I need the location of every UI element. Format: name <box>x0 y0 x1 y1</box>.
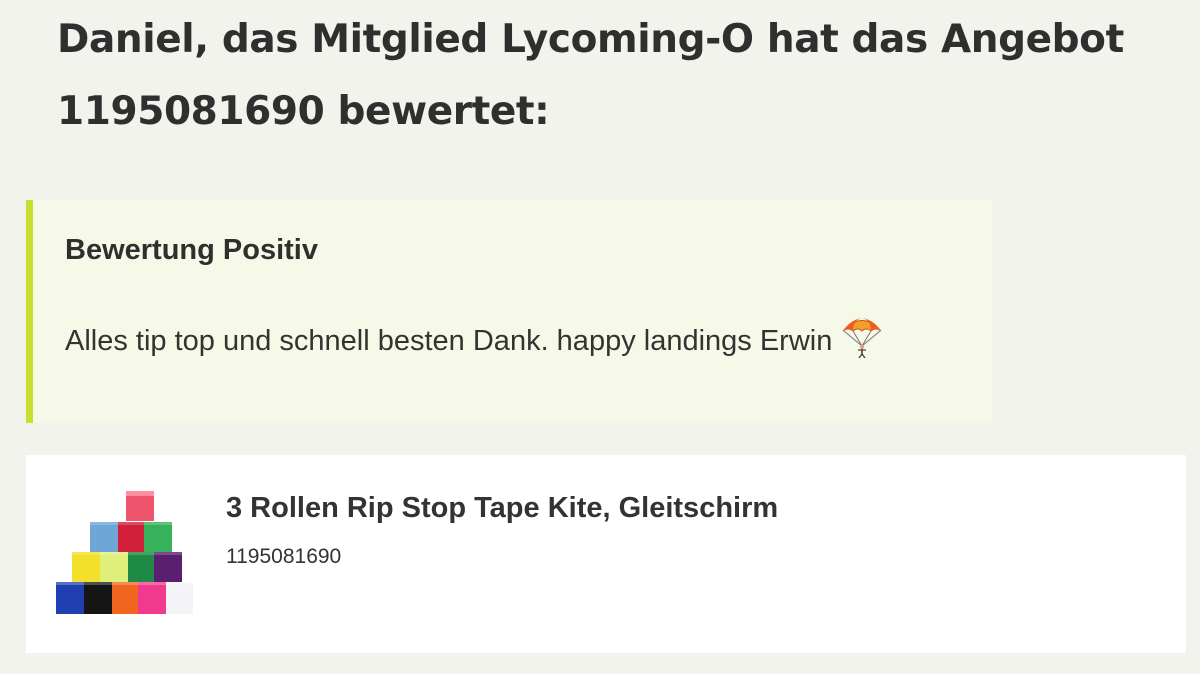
product-title-link[interactable]: 3 Rollen Rip Stop Tape Kite, Gleitschirm <box>226 492 778 525</box>
review-comment-text: Alles tip top und schnell besten Dank. h… <box>65 325 833 357</box>
notification-heading: Daniel, das Mitglied Lycoming-O hat das … <box>57 17 1124 134</box>
parachute-icon <box>840 314 884 366</box>
product-card[interactable]: 3 Rollen Rip Stop Tape Kite, Gleitschirm… <box>26 455 1186 653</box>
review-comment: Alles tip top und schnell besten Dank. h… <box>65 314 884 366</box>
tape-rolls-image[interactable] <box>54 489 194 623</box>
review-rating-title: Bewertung Positiv <box>65 234 318 266</box>
review-card: Bewertung Positiv Alles tip top und schn… <box>26 200 992 423</box>
product-id: 1195081690 <box>226 545 342 568</box>
